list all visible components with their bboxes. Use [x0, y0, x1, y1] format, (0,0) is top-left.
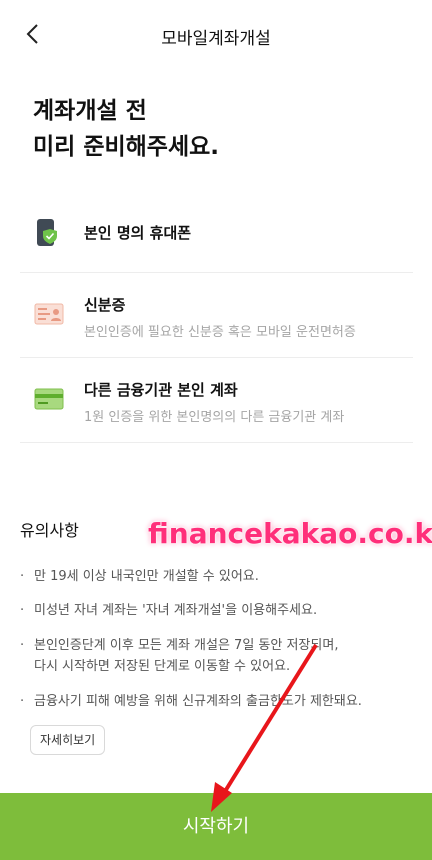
headline: 계좌개설 전 미리 준비해주세요.: [33, 93, 219, 165]
start-button[interactable]: 시작하기: [0, 793, 432, 860]
requirement-name: 본인 명의 휴대폰: [84, 224, 192, 242]
notice-bullet-text: 본인인증단계 이후 모든 계좌 개설은 7일 동안 저장되며,: [34, 638, 339, 653]
notice-bullet-text: 다시 시작하면 저장된 단계로 이동할 수 있어요.: [34, 659, 291, 674]
app-header: 모바일계좌개설: [0, 0, 432, 70]
requirement-id-card: 신분증 본인인증에 필요한 신분증 혹은 모바일 운전면허증: [20, 280, 413, 352]
requirement-desc: 1원 인증을 위한 본인명의의 다른 금융기관 계좌: [84, 410, 345, 425]
bank-card-icon: [34, 388, 64, 410]
id-card-icon: [34, 303, 64, 325]
phone-shield-icon: [37, 219, 57, 246]
detail-button[interactable]: 자세히보기: [30, 725, 106, 755]
divider: [20, 272, 413, 273]
requirement-desc: 본인인증에 필요한 신분증 혹은 모바일 운전면허증: [84, 325, 356, 340]
requirement-name: 신분증: [84, 296, 126, 314]
headline-line1: 계좌개설 전: [33, 98, 147, 124]
headline-line2: 미리 준비해주세요.: [33, 134, 220, 160]
notice-title: 유의사항: [20, 521, 79, 540]
requirement-bank-account: 다른 금융기관 본인 계좌 1원 인증을 위한 본인명의의 다른 금융기관 계좌: [20, 365, 413, 437]
notice-bullet-text: 만 19세 이상 내국인만 개설할 수 있어요.: [34, 569, 259, 584]
requirement-phone: 본인 명의 휴대폰: [20, 205, 413, 267]
notice-bullet-text: 미성년 자녀 계좌는 '자녀 계좌개설'을 이용해주세요.: [34, 603, 318, 618]
divider: [20, 442, 413, 443]
requirement-name: 다른 금융기관 본인 계좌: [84, 381, 238, 399]
divider: [20, 357, 413, 358]
notice-bullet-text: 금융사기 피해 예방을 위해 신규계좌의 출금한도가 제한돼요.: [34, 694, 362, 709]
watermark-text: financekakao.co.kr: [148, 517, 432, 550]
page-title: 모바일계좌개설: [161, 29, 271, 49]
